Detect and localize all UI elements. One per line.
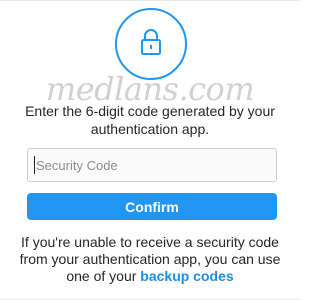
top-divider xyxy=(0,0,300,1)
lock-icon xyxy=(141,29,161,55)
help-text: If you're unable to receive a security c… xyxy=(15,234,285,285)
security-code-input[interactable] xyxy=(27,148,277,182)
backup-codes-link[interactable]: backup codes xyxy=(140,268,233,284)
text-caret xyxy=(34,156,35,174)
lock-badge xyxy=(115,8,187,80)
confirm-button[interactable]: Confirm xyxy=(27,193,277,220)
two-factor-auth-page: medlans.com Enter the 6-digit code gener… xyxy=(0,0,300,300)
instructions-text: Enter the 6-digit code generated by your… xyxy=(25,103,275,137)
